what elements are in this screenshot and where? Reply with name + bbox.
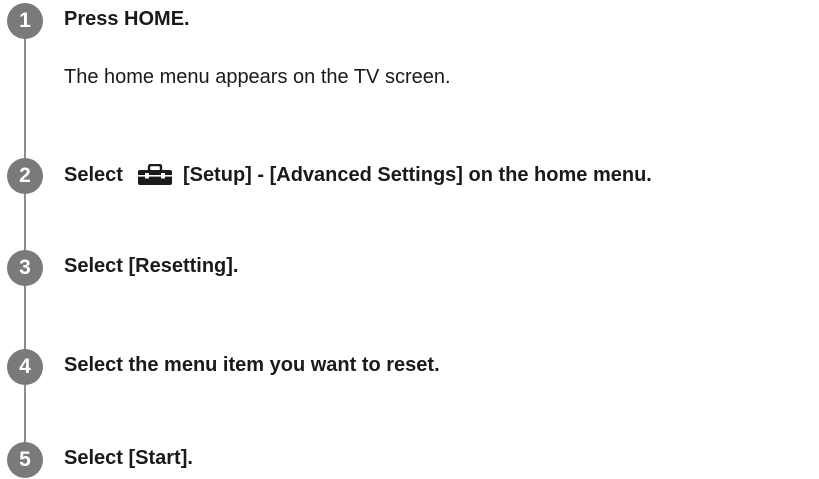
step-title-suffix: [Setup] - [Advanced Settings] on the hom… bbox=[182, 164, 652, 186]
step-title: Select [Start]. bbox=[64, 447, 193, 469]
step-number-badge: 2 bbox=[7, 158, 43, 194]
step-number-badge: 5 bbox=[7, 442, 43, 478]
step-title: Select the menu item you want to reset. bbox=[64, 354, 440, 376]
toolbox-icon bbox=[137, 163, 173, 192]
step-number-badge: 3 bbox=[7, 250, 43, 286]
step-description: The home menu appears on the TV screen. bbox=[64, 66, 451, 88]
step-title-prefix: Select bbox=[64, 164, 123, 186]
step-title: Select [Setup] - [Advanced Settings] on … bbox=[64, 163, 652, 192]
step-number-badge: 4 bbox=[7, 349, 43, 385]
step-number-badge: 1 bbox=[7, 3, 43, 39]
step-title: Press HOME. bbox=[64, 8, 190, 30]
step-title: Select [Resetting]. bbox=[64, 255, 239, 277]
step-timeline-line bbox=[24, 18, 26, 458]
